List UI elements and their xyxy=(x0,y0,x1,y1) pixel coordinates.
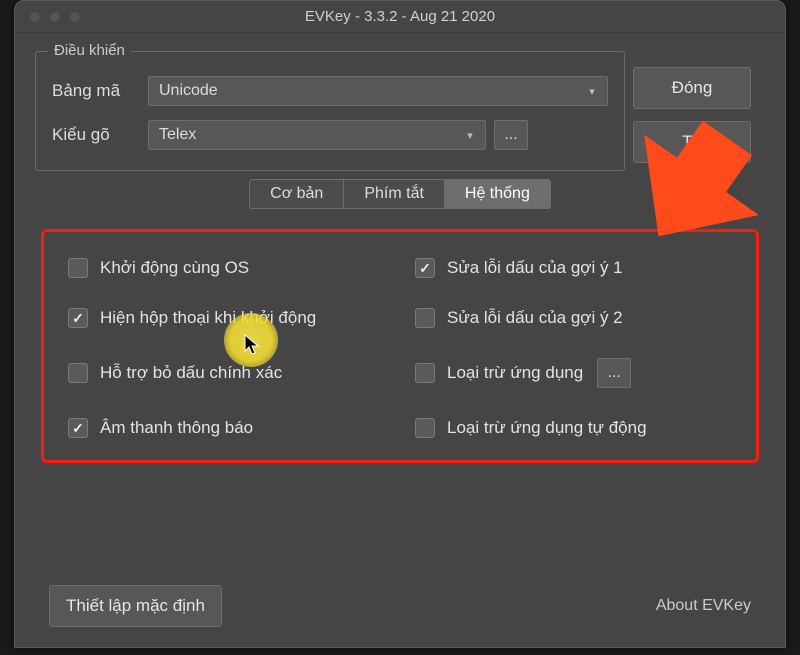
checkbox-label: Loại trừ ứng dụng tự động xyxy=(447,418,647,438)
checkbox-icon xyxy=(68,308,88,328)
system-settings-panel: Khởi động cùng OS Sửa lỗi dấu của gợi ý … xyxy=(41,229,759,463)
about-link[interactable]: About EVKey xyxy=(656,597,751,615)
checkbox-exclude-app[interactable]: Loại trừ ứng dụng ... xyxy=(415,358,732,388)
side-buttons: Đóng Th xyxy=(633,67,751,163)
checkbox-label: Khởi động cùng OS xyxy=(100,258,249,278)
titlebar: EVKey - 3.3.2 - Aug 21 2020 xyxy=(15,1,785,33)
checkbox-label: Hiện hộp thoại khi khởi động xyxy=(100,308,316,328)
input-method-label: Kiểu gõ xyxy=(52,125,148,145)
checkbox-accurate-diacritics[interactable]: Hỗ trợ bỏ dấu chính xác xyxy=(68,358,385,388)
app-window: EVKey - 3.3.2 - Aug 21 2020 Điều khiển B… xyxy=(14,0,786,648)
minimize-window-icon[interactable] xyxy=(49,11,61,23)
window-title: EVKey - 3.3.2 - Aug 21 2020 xyxy=(15,8,785,25)
checkbox-label: Âm thanh thông báo xyxy=(100,418,253,438)
input-method-more-button[interactable]: ... xyxy=(494,120,528,150)
close-button[interactable]: Đóng xyxy=(633,67,751,109)
encoding-value: Unicode xyxy=(159,82,218,100)
tab-shortcuts[interactable]: Phím tắt xyxy=(344,179,445,209)
checkbox-label: Sửa lỗi dấu của gợi ý 2 xyxy=(447,308,623,328)
input-method-value: Telex xyxy=(159,126,196,144)
checkbox-fix-hint-2[interactable]: Sửa lỗi dấu của gợi ý 2 xyxy=(415,308,732,328)
zoom-window-icon[interactable] xyxy=(69,11,81,23)
chevron-down-icon: ▾ xyxy=(583,82,601,100)
footer: Thiết lập mặc định About EVKey xyxy=(15,585,785,627)
tab-basic[interactable]: Cơ bản xyxy=(249,179,344,209)
encoding-label: Bảng mã xyxy=(52,81,148,101)
input-method-row: Kiểu gõ Telex ▾ ... xyxy=(52,120,608,150)
checkbox-fix-hint-1[interactable]: Sửa lỗi dấu của gợi ý 1 xyxy=(415,258,732,278)
checkbox-show-dialog-startup[interactable]: Hiện hộp thoại khi khởi động xyxy=(68,308,385,328)
checkbox-start-with-os[interactable]: Khởi động cùng OS xyxy=(68,258,385,278)
tab-system[interactable]: Hệ thống xyxy=(445,179,551,209)
encoding-row: Bảng mã Unicode ▾ xyxy=(52,76,608,106)
checkbox-icon xyxy=(68,363,88,383)
checkbox-exclude-app-auto[interactable]: Loại trừ ứng dụng tự động xyxy=(415,418,732,438)
checkbox-icon xyxy=(415,308,435,328)
checkbox-icon xyxy=(415,418,435,438)
checkbox-sound-notification[interactable]: Âm thanh thông báo xyxy=(68,418,385,438)
control-group-legend: Điều khiển xyxy=(48,42,131,59)
defaults-button[interactable]: Thiết lập mặc định xyxy=(49,585,222,627)
checkbox-icon xyxy=(68,258,88,278)
checkbox-icon xyxy=(415,258,435,278)
tab-bar: Cơ bản Phím tắt Hệ thống xyxy=(15,179,785,209)
encoding-select[interactable]: Unicode ▾ xyxy=(148,76,608,106)
exclude-app-config-button[interactable]: ... xyxy=(597,358,631,388)
checkbox-icon xyxy=(68,418,88,438)
close-window-icon[interactable] xyxy=(29,11,41,23)
input-method-select[interactable]: Telex ▾ xyxy=(148,120,486,150)
checkbox-label: Sửa lỗi dấu của gợi ý 1 xyxy=(447,258,623,278)
window-controls xyxy=(15,11,81,23)
checkbox-label: Loại trừ ứng dụng xyxy=(447,363,583,383)
checkbox-icon xyxy=(415,363,435,383)
checkbox-label: Hỗ trợ bỏ dấu chính xác xyxy=(100,363,282,383)
chevron-down-icon: ▾ xyxy=(461,126,479,144)
more-button[interactable]: Th xyxy=(633,121,751,163)
control-group: Điều khiển Bảng mã Unicode ▾ Kiểu gõ Tel… xyxy=(35,51,625,171)
